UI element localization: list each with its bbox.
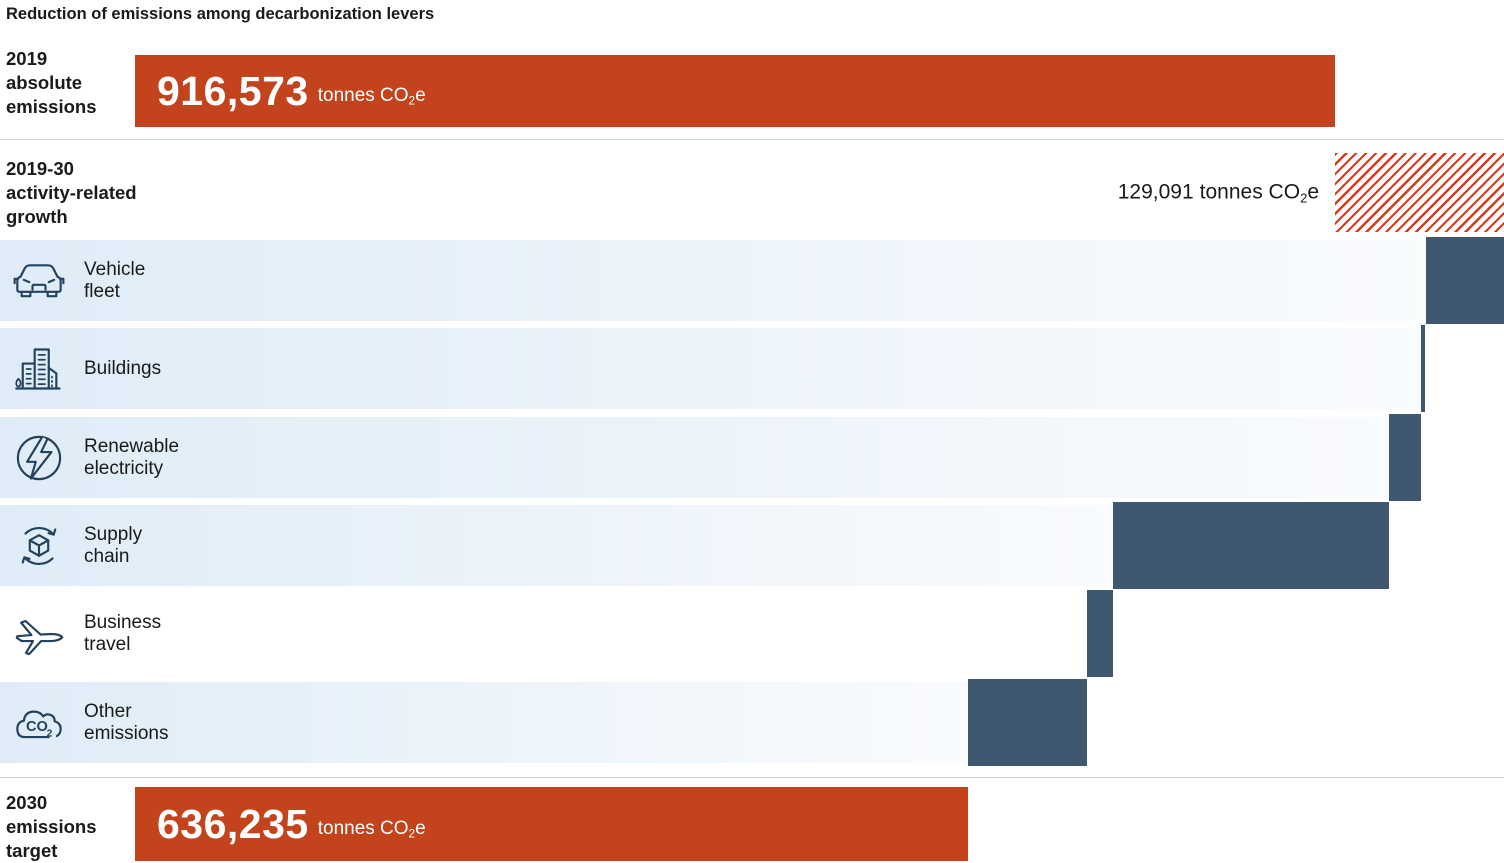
- growth-row: 2019-30 activity-related growth 129,091t…: [0, 139, 1504, 240]
- svg-text:CO: CO: [26, 719, 48, 735]
- lever-bar: [1389, 414, 1421, 501]
- supply-chain-cube-icon: [13, 520, 65, 572]
- target-row: 2030 emissions target 636,235 tonnes CO2…: [0, 779, 1504, 863]
- lever-label: Business travel: [84, 612, 161, 656]
- row-band: [0, 505, 1113, 586]
- start-bar: 916,573 tonnes CO2e: [135, 55, 1335, 127]
- growth-bar: [1335, 153, 1504, 232]
- airplane-icon: [13, 608, 65, 660]
- target-unit: tonnes CO2e: [318, 808, 426, 840]
- row-band: [0, 593, 1087, 674]
- chart-title: Reduction of emissions among decarboniza…: [6, 5, 434, 24]
- lever-label: Vehicle fleet: [84, 259, 145, 303]
- lever-bar: [1426, 237, 1504, 324]
- row-band: [0, 417, 1389, 498]
- growth-value: 129,091tonnes CO2e: [1118, 181, 1319, 206]
- car-icon: [13, 255, 65, 307]
- start-value: 916,573: [157, 68, 309, 115]
- divider: [0, 777, 1504, 778]
- lever-label: Other emissions: [84, 701, 168, 745]
- co2-cloud-icon: CO 2: [13, 697, 65, 749]
- lever-bar: [968, 679, 1087, 766]
- svg-text:2: 2: [47, 728, 53, 739]
- target-label: 2030 emissions target: [6, 791, 97, 863]
- target-bar: 636,235 tonnes CO2e: [135, 787, 968, 861]
- lever-label: Renewable electricity: [84, 436, 179, 480]
- lever-label: Buildings: [84, 358, 161, 380]
- buildings-icon: [13, 343, 65, 395]
- row-band: [0, 328, 1421, 409]
- target-value: 636,235: [157, 801, 309, 848]
- growth-label: 2019-30 activity-related growth: [6, 157, 137, 229]
- lever-bar: [1087, 590, 1113, 677]
- start-row: 2019 absolute emissions 916,573 tonnes C…: [0, 40, 1504, 139]
- lever-bar: [1421, 325, 1425, 412]
- start-unit: tonnes CO2e: [318, 75, 426, 107]
- waterfall-chart: Reduction of emissions among decarboniza…: [0, 0, 1504, 863]
- start-label: 2019 absolute emissions: [6, 47, 97, 119]
- lever-label: Supply chain: [84, 524, 142, 568]
- row-band: [0, 240, 1426, 321]
- lever-bar: [1113, 502, 1389, 589]
- lightning-bolt-icon: [13, 432, 65, 484]
